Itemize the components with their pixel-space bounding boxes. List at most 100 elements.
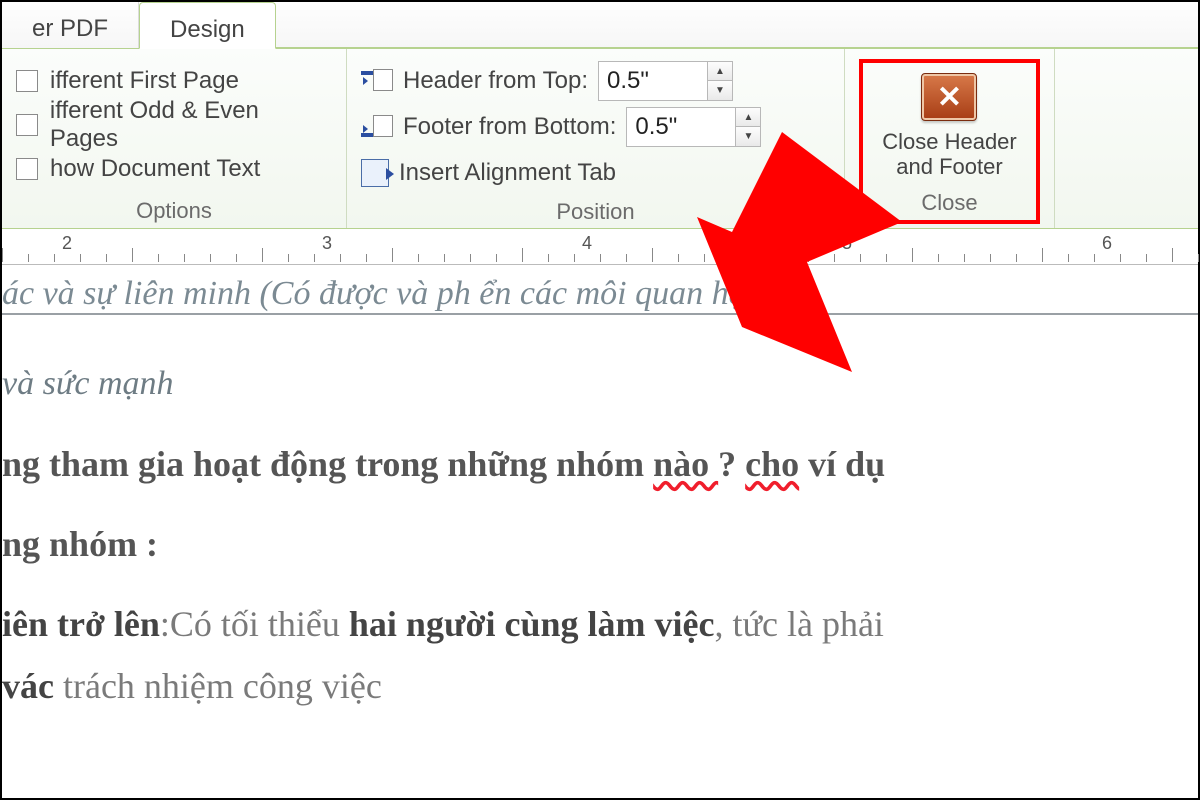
document-line[interactable]: ng tham gia hoạt động trong những nhóm n… [2,443,1198,485]
group-close-label: Close [921,190,977,216]
tab-pdf[interactable]: er PDF [2,2,139,48]
ruler-tick [340,254,341,262]
footer-from-bottom-input[interactable] [626,107,736,147]
ruler-tick [184,254,185,262]
ruler-tick [912,248,913,262]
ruler-tick [470,254,471,262]
ruler-tick [1146,254,1147,262]
different-first-page-label: ifferent First Page [50,67,239,95]
text-fragment: iên trở lên [2,604,160,644]
ruler-tick [990,254,991,262]
text-fragment: ng tham gia hoạt động trong những nhóm [2,444,653,484]
document-line[interactable]: vác trách nhiệm công việc [2,665,1198,707]
text-fragment: hai người cùng làm việc [349,604,715,644]
footer-from-bottom-row: Footer from Bottom: ▲ ▼ [361,105,830,149]
ruler-tick [444,254,445,262]
header-spinner[interactable]: ▲ ▼ [708,61,733,101]
ruler-tick [548,254,549,262]
ruler-tick [392,248,393,262]
header-from-top-input[interactable] [598,61,708,101]
ruler-tick [964,254,965,262]
group-close: ✕ Close Header and Footer Close [845,49,1055,228]
close-header-footer-highlight: ✕ Close Header and Footer Close [859,59,1040,224]
text-fragment: trách nhiệm công việc [54,666,382,706]
ruler-tick [808,254,809,262]
text-fragment: , tức là phải [714,604,883,644]
ruler-tick [236,254,237,262]
ruler-tick [834,254,835,262]
ruler-tick [1068,254,1069,262]
spinner-down-icon[interactable]: ▼ [736,127,760,146]
horizontal-ruler[interactable]: 2 3 4 5 6 [2,229,1198,265]
ruler-tick [80,254,81,262]
ruler-tick [496,254,497,262]
ruler-tick [54,254,55,262]
ruler-tick [652,248,653,262]
insert-alignment-tab-label: Insert Alignment Tab [399,159,616,187]
tab-design[interactable]: Design [139,2,276,49]
ruler-tick [1016,254,1017,262]
text-fragment: :Có tối thiểu [160,604,349,644]
ruler-tick [730,254,731,262]
header-from-top-icon [361,69,393,93]
ruler-tick [886,254,887,262]
ruler-tick [106,254,107,262]
checkbox-icon [16,114,38,136]
close-x-icon: ✕ [921,73,977,121]
header-from-top-label: Header from Top: [403,67,588,95]
ruler-tick [262,248,263,262]
checkbox-show-document-text[interactable]: how Document Text [16,147,332,191]
text-fragment: vác [2,666,54,706]
ruler-tick [1120,254,1121,262]
ruler-tick [860,254,861,262]
checkbox-odd-even[interactable]: ifferent Odd & Even Pages [16,103,332,147]
text-fragment: ví dụ [799,444,885,484]
group-options-label: Options [16,194,332,224]
spinner-up-icon[interactable]: ▲ [736,108,760,127]
text-fragment: ? [718,444,745,484]
spinner-up-icon[interactable]: ▲ [708,62,732,81]
ruler-tick [938,254,939,262]
ruler-tick [366,254,367,262]
show-document-text-label: how Document Text [50,155,260,183]
group-options: ifferent First Page ifferent Odd & Even … [2,49,347,228]
tab-pdf-label: er PDF [32,15,108,43]
footer-from-bottom-label: Footer from Bottom: [403,113,616,141]
footer-spinner[interactable]: ▲ ▼ [736,107,761,147]
ruler-tick [210,254,211,262]
ruler-tick [2,248,3,262]
ribbon: ifferent First Page ifferent Odd & Even … [2,49,1198,229]
document-line[interactable]: iên trở lên:Có tối thiểu hai người cùng … [2,603,1198,645]
ruler-tick [522,248,523,262]
odd-even-label: ifferent Odd & Even Pages [50,97,332,153]
close-header-footer-label-1: Close Header [882,129,1017,154]
close-header-footer-label-2: and Footer [882,154,1017,179]
text-fragment-wavy: cho [745,444,799,484]
ruler-tick [626,254,627,262]
ruler-tick [782,248,783,262]
ruler-tick [1042,248,1043,262]
checkbox-icon [16,70,38,92]
ruler-number: 2 [62,233,72,254]
text-fragment-wavy: nào [653,444,718,484]
ruler-tick [1198,254,1199,262]
ruler-tick [704,254,705,262]
close-header-footer-button[interactable]: ✕ Close Header and Footer [882,69,1017,180]
ruler-tick [574,254,575,262]
tab-design-label: Design [170,16,245,44]
spinner-down-icon[interactable]: ▼ [708,81,732,100]
ribbon-tabs: er PDF Design [2,2,1198,49]
page-header-text[interactable]: ác và sự liên minh (Có được và ph ển các… [2,275,1198,315]
document-area[interactable]: ác và sự liên minh (Có được và ph ển các… [2,265,1198,707]
document-line[interactable]: và sức mạnh [2,365,1198,403]
document-line[interactable]: ng nhóm : [2,523,1198,565]
ruler-tick [132,248,133,262]
ruler-tick [158,254,159,262]
ruler-number: 6 [1102,233,1112,254]
insert-alignment-tab-button[interactable]: Insert Alignment Tab [361,151,830,195]
ruler-tick [678,254,679,262]
ruler-tick [756,254,757,262]
ruler-number: 5 [842,233,852,254]
ruler-tick [314,254,315,262]
group-position: Header from Top: ▲ ▼ Footer from Bottom: [347,49,845,228]
